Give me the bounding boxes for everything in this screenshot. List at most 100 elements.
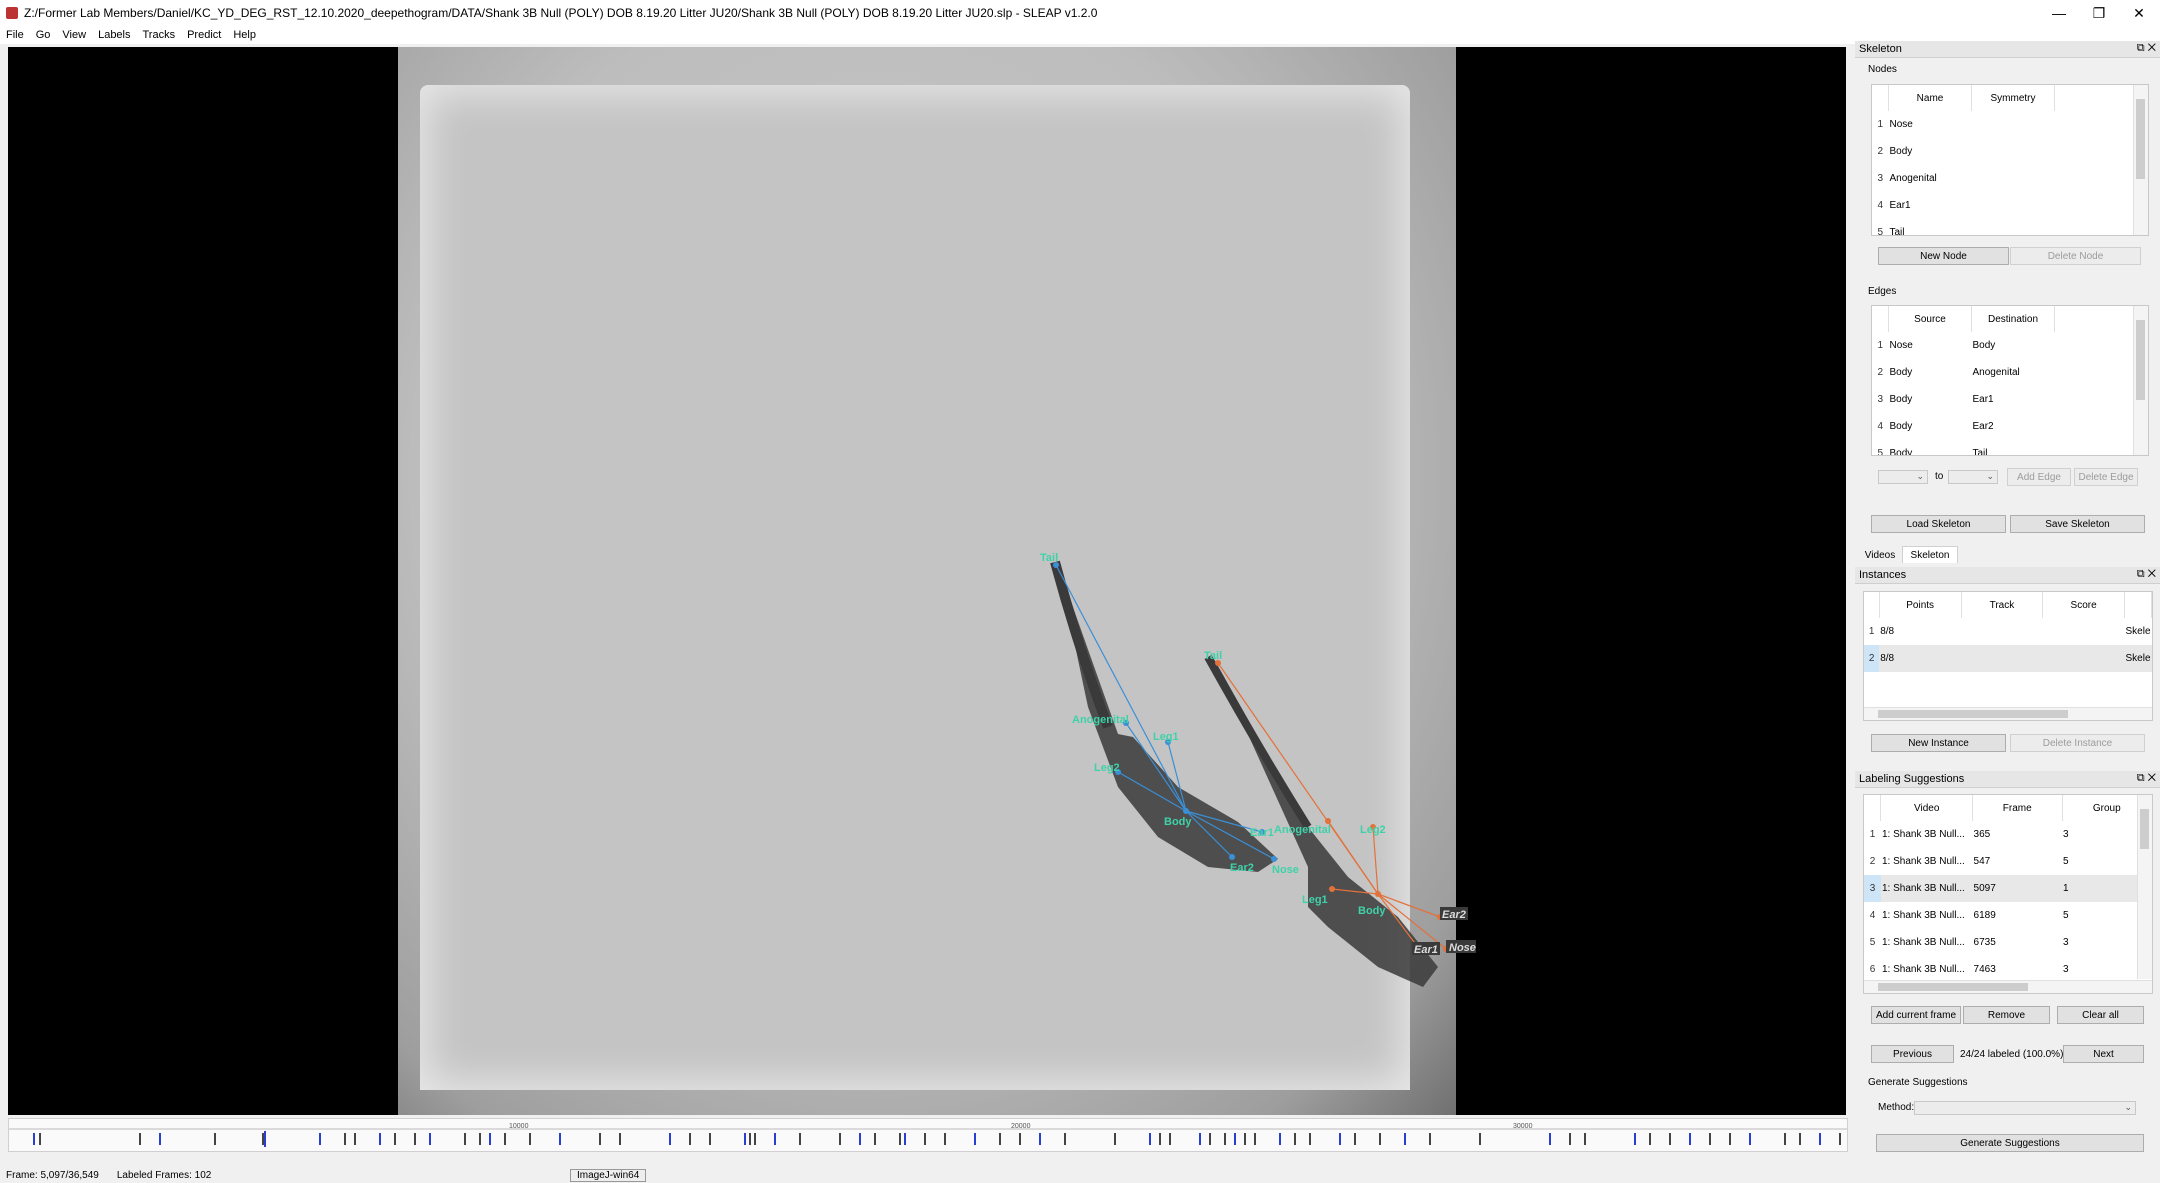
edge-source-select[interactable]: ⌄ <box>1878 470 1928 484</box>
menu-go[interactable]: Go <box>30 29 57 41</box>
clear-all-button[interactable]: Clear all <box>2057 1006 2144 1024</box>
nodes-header-symmetry[interactable]: Symmetry <box>1971 85 2055 111</box>
label-blue-ear2: Ear2 <box>1230 862 1254 874</box>
labeled-frame-mark <box>1279 1133 1281 1145</box>
tick-label-10000: 10000 <box>509 1123 529 1130</box>
labeled-frame-mark <box>1244 1133 1246 1145</box>
add-edge-button[interactable]: Add Edge <box>2007 468 2071 486</box>
labeled-frame-mark <box>1669 1133 1671 1145</box>
table-row[interactable]: 6 1: Shank 3B Null... 7463 3 <box>1864 956 2152 983</box>
nodes-scrollbar[interactable] <box>2133 85 2148 235</box>
table-row[interactable]: 1 Nose Body <box>1872 332 2148 359</box>
edges-table[interactable]: Source Destination 1 Nose Body 2 Body Anogen… <box>1871 305 2149 456</box>
tab-videos[interactable]: Videos <box>1858 547 1902 563</box>
table-row[interactable]: 4 1: Shank 3B Null... 6189 5 <box>1864 902 2152 929</box>
labeled-frame-mark <box>1019 1133 1021 1145</box>
menu-labels[interactable]: Labels <box>92 29 136 41</box>
labeled-frame-mark <box>1819 1133 1821 1145</box>
label-blue-leg1: Leg1 <box>1153 731 1179 743</box>
labeled-frame-mark <box>669 1133 671 1145</box>
instances-table[interactable]: Points Track Score 1 8/8 Skele 2 8/8 Skele <box>1863 591 2153 721</box>
instances-header-score[interactable]: Score <box>2042 592 2125 618</box>
labeled-frame-mark <box>319 1133 321 1145</box>
instances-header-track[interactable]: Track <box>1961 592 2044 618</box>
table-row[interactable]: 1 8/8 Skele <box>1864 618 2152 645</box>
labeled-frame-mark <box>1159 1133 1161 1145</box>
labeled-frame-mark <box>799 1133 801 1145</box>
panel-float-close-icon[interactable]: ⧉ ✕ <box>2137 568 2156 581</box>
edges-scrollbar[interactable] <box>2133 306 2148 455</box>
table-row[interactable]: 5 Body Tail <box>1872 440 2148 455</box>
load-skeleton-button[interactable]: Load Skeleton <box>1871 515 2006 533</box>
labeled-frame-mark <box>859 1133 861 1145</box>
labeled-frame-mark <box>414 1133 416 1145</box>
menu-predict[interactable]: Predict <box>181 29 227 41</box>
labeled-frame-mark <box>1404 1133 1406 1145</box>
labeled-frame-mark <box>1839 1133 1841 1145</box>
labeled-frame-mark <box>1224 1133 1226 1145</box>
instances-hscrollbar[interactable] <box>1864 707 2152 720</box>
suggestions-header-frame[interactable]: Frame <box>1972 795 2063 821</box>
tab-skeleton[interactable]: Skeleton <box>1902 546 1958 563</box>
method-select[interactable]: ⌄ <box>1914 1101 2136 1115</box>
labeled-frame-mark <box>1294 1133 1296 1145</box>
new-instance-button[interactable]: New Instance <box>1871 734 2006 752</box>
table-row[interactable]: 3 Anogenital <box>1872 165 2148 192</box>
table-row[interactable]: 4 Ear1 <box>1872 192 2148 219</box>
delete-node-button[interactable]: Delete Node <box>2010 247 2141 265</box>
edges-header-destination[interactable]: Destination <box>1971 306 2055 332</box>
labeled-frame-mark <box>529 1133 531 1145</box>
instances-header-points[interactable]: Points <box>1879 592 1962 618</box>
label-orange-nose: Nose <box>1449 942 1476 954</box>
table-row[interactable]: 2 1: Shank 3B Null... 547 5 <box>1864 848 2152 875</box>
labeled-frame-mark <box>924 1133 926 1145</box>
seekbar[interactable]: 10000 20000 30000 <box>8 1118 1848 1152</box>
remove-suggestion-button[interactable]: Remove <box>1963 1006 2050 1024</box>
label-orange-leg2: Leg2 <box>1360 824 1386 836</box>
table-row[interactable]: 1 1: Shank 3B Null... 365 3 <box>1864 821 2152 848</box>
table-row[interactable]: 4 Body Ear2 <box>1872 413 2148 440</box>
menu-file[interactable]: File <box>0 29 30 41</box>
delete-edge-button[interactable]: Delete Edge <box>2074 468 2138 486</box>
suggestions-scrollbar[interactable] <box>2137 795 2152 979</box>
next-suggestion-button[interactable]: Next <box>2063 1045 2144 1063</box>
previous-suggestion-button[interactable]: Previous <box>1871 1045 1954 1063</box>
table-row[interactable]: 3 1: Shank 3B Null... 5097 1 <box>1864 875 2152 902</box>
edges-header-source[interactable]: Source <box>1888 306 1972 332</box>
suggestions-table[interactable]: Video Frame Group 1 1: Shank 3B Null... 36… <box>1863 794 2153 994</box>
labeled-frame-mark <box>1649 1133 1651 1145</box>
labeled-frame-mark <box>159 1133 161 1145</box>
edges-group-label: Edges <box>1868 286 1897 297</box>
new-node-button[interactable]: New Node <box>1878 247 2009 265</box>
method-label: Method: <box>1878 1102 1915 1113</box>
close-button[interactable]: ✕ <box>2116 0 2160 26</box>
label-blue-leg2: Leg2 <box>1094 762 1120 774</box>
panel-float-close-icon[interactable]: ⧉ ✕ <box>2137 772 2156 785</box>
labeled-frame-mark <box>1114 1133 1116 1145</box>
edge-destination-select[interactable]: ⌄ <box>1948 470 1998 484</box>
menu-view[interactable]: View <box>56 29 92 41</box>
table-row[interactable]: 2 Body Anogenital <box>1872 359 2148 386</box>
suggestions-header-video[interactable]: Video <box>1880 795 1974 821</box>
labeled-frame-mark <box>1569 1133 1571 1145</box>
menu-help[interactable]: Help <box>227 29 262 41</box>
table-row[interactable]: 2 8/8 Skele <box>1864 645 2152 672</box>
table-row[interactable]: 2 Body <box>1872 138 2148 165</box>
nodes-table[interactable]: Name Symmetry 1 Nose 2 Body 3 Anogenital 4E… <box>1871 84 2149 236</box>
table-row[interactable]: 1 Nose <box>1872 111 2148 138</box>
panel-float-close-icon[interactable]: ⧉ ✕ <box>2137 42 2156 55</box>
labeled-frame-mark <box>709 1133 711 1145</box>
labeled-frame-mark <box>1379 1133 1381 1145</box>
table-row[interactable]: 3 Body Ear1 <box>1872 386 2148 413</box>
delete-instance-button[interactable]: Delete Instance <box>2010 734 2145 752</box>
add-current-frame-button[interactable]: Add current frame <box>1871 1006 1961 1024</box>
table-row[interactable]: 5 Tail <box>1872 219 2148 235</box>
labeled-frame-mark <box>689 1133 691 1145</box>
table-row[interactable]: 5 1: Shank 3B Null... 6735 3 <box>1864 929 2152 956</box>
nodes-header-name[interactable]: Name <box>1888 85 1972 111</box>
generate-suggestions-button[interactable]: Generate Suggestions <box>1876 1134 2144 1152</box>
save-skeleton-button[interactable]: Save Skeleton <box>2010 515 2145 533</box>
video-viewer[interactable]: Tail Anogenital Leg1 Leg2 Body Ear1 Ear2… <box>8 47 1846 1115</box>
suggestions-hscrollbar[interactable] <box>1864 980 2152 993</box>
menu-tracks[interactable]: Tracks <box>137 29 182 41</box>
